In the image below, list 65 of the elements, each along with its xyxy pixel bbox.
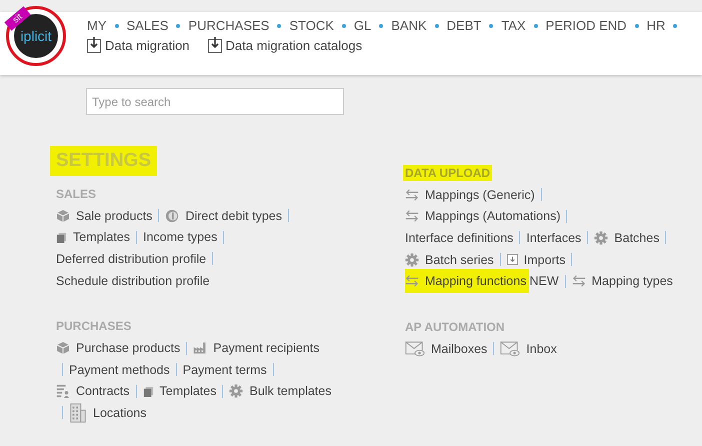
cube-icon	[56, 341, 70, 356]
envelope-eye-icon	[500, 340, 520, 358]
factory-icon	[193, 341, 208, 356]
new-label: NEW	[529, 274, 559, 288]
settings-link[interactable]: Mapping types	[572, 270, 673, 292]
document-icon	[142, 386, 154, 397]
gear-icon	[405, 252, 419, 267]
document-icon	[56, 232, 67, 243]
settings-link[interactable]: Interface definitions	[405, 227, 514, 249]
settings-link[interactable]: Imports	[506, 248, 566, 270]
settings-link[interactable]: Sale products	[56, 205, 152, 227]
nav-menu-item[interactable]: TAX	[501, 18, 526, 33]
gear-icon	[229, 384, 244, 398]
settings-link[interactable]: Mapping functions	[405, 269, 530, 294]
nav-menu-item[interactable]: PERIOD END	[546, 18, 627, 33]
gear-icon	[594, 230, 608, 245]
cube-icon	[56, 208, 70, 223]
settings-link[interactable]: Interfaces	[526, 227, 582, 249]
settings-link[interactable]: Batch series	[405, 248, 494, 270]
nav-menu-item[interactable]: DEBT	[446, 18, 482, 33]
settings-link[interactable]: Mappings (Generic)	[405, 184, 535, 206]
section-heading: DATA UPLOAD	[403, 165, 492, 181]
nav-menu-item[interactable]: SALES	[126, 18, 168, 33]
nav-menu-item[interactable]: PURCHASES	[188, 18, 270, 33]
settings-link[interactable]: Payment methods	[69, 358, 170, 381]
search-field[interactable]: Type to search	[86, 88, 344, 115]
nav-menu-item[interactable]: GL	[354, 18, 372, 33]
envelope-eye-icon	[405, 340, 425, 358]
nav-menu-item[interactable]: HR	[646, 18, 666, 33]
settings-link[interactable]: Locations	[69, 402, 147, 424]
nav-menu-item[interactable]: MY	[87, 18, 106, 33]
settings-link[interactable]: Templates	[142, 380, 216, 402]
section-heading: AP AUTOMATION	[404, 318, 506, 335]
settings-link[interactable]: Income types	[142, 226, 218, 248]
swap-arrows-icon	[572, 274, 586, 288]
section-heading: PURCHASES	[55, 318, 132, 334]
swap-arrows-icon	[405, 274, 419, 288]
settings-link[interactable]: Mailboxes	[405, 338, 488, 360]
nav-menu-item[interactable]: STOCK	[289, 18, 334, 33]
coin-icon	[165, 208, 180, 223]
swap-arrows-icon	[405, 188, 419, 202]
sub-nav-link[interactable]: Data migration catalogs	[208, 37, 362, 53]
page-title: SETTINGS	[50, 146, 158, 176]
logo[interactable]: iplicit sit	[6, 6, 66, 66]
settings-link[interactable]: Payment terms	[182, 358, 267, 381]
list-person-icon	[56, 384, 70, 398]
settings-link[interactable]: Batches	[594, 227, 660, 249]
settings-link[interactable]: Contracts	[56, 380, 130, 402]
settings-link[interactable]: Templates	[56, 226, 130, 248]
nav-menu-item[interactable]: BANK	[391, 18, 427, 33]
settings-link[interactable]: Purchase products	[56, 337, 180, 359]
section-heading: SALES	[55, 186, 98, 202]
import-icon	[506, 254, 518, 266]
settings-link[interactable]: Direct debit types	[165, 205, 282, 227]
sub-nav-link[interactable]: Data migration	[87, 37, 190, 53]
download-icon	[208, 37, 222, 53]
settings-link[interactable]: Bulk templates	[229, 380, 332, 402]
settings-link[interactable]: Deferred distribution profile	[56, 248, 206, 270]
swap-arrows-icon	[405, 209, 419, 224]
settings-link[interactable]: Payment recipients	[193, 337, 320, 359]
settings-link[interactable]: Schedule distribution profile	[56, 270, 210, 292]
download-icon	[87, 37, 101, 53]
settings-link[interactable]: Inbox	[500, 338, 557, 360]
settings-link[interactable]: Mappings (Automations)	[405, 206, 560, 228]
building-icon	[69, 402, 87, 423]
